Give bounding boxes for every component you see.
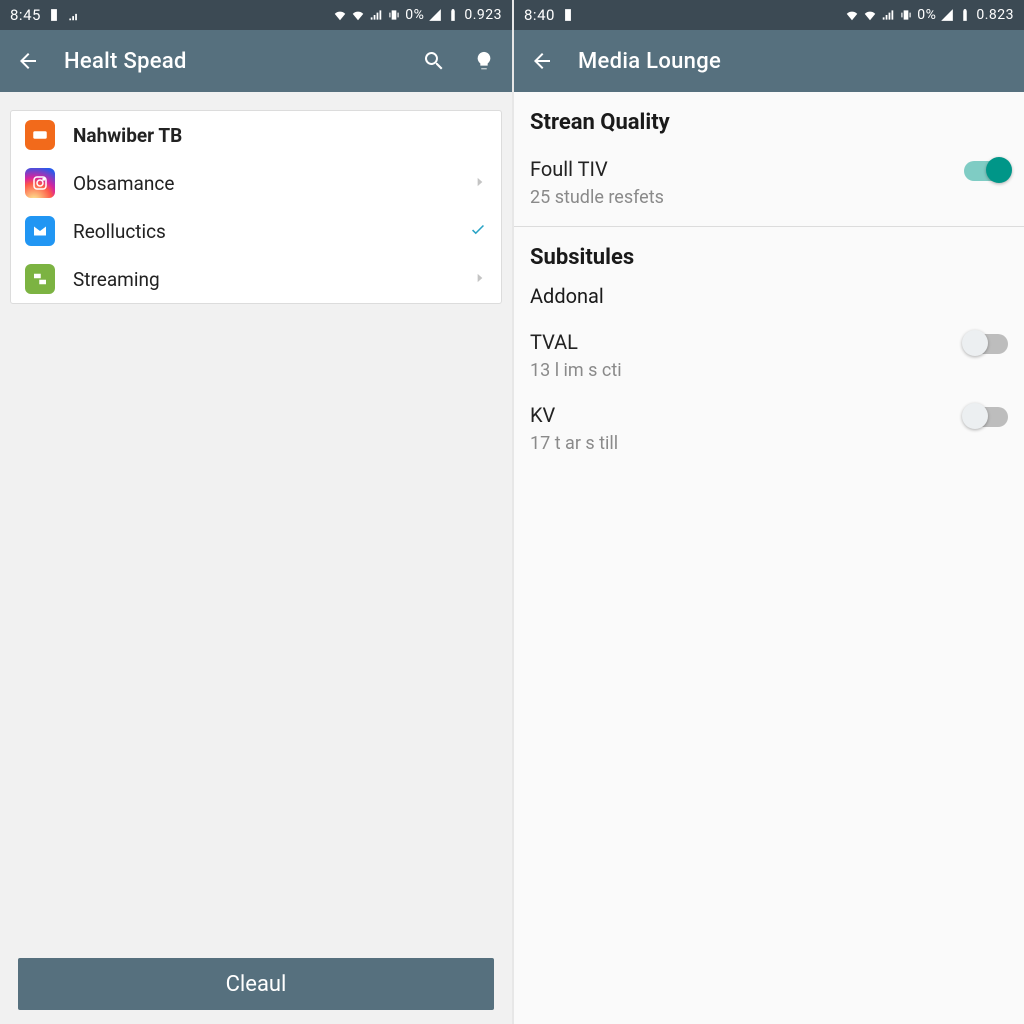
stream-quality-toggle[interactable] <box>964 161 1008 181</box>
status-time: 8:40 <box>524 6 555 24</box>
chevron-right-icon <box>473 174 487 193</box>
subtitles-tval-row[interactable]: TVAL 13 l im s cti <box>530 322 1008 395</box>
screen-left: 8:45 0% <box>0 0 512 1024</box>
appbar-title: Healt Spead <box>64 49 187 74</box>
sim-icon <box>47 8 61 22</box>
app-bar: Media Lounge <box>514 30 1024 92</box>
setting-secondary: 17 t ar s till <box>530 433 618 454</box>
cell-icon <box>940 8 954 22</box>
status-extra: 0.923 <box>464 7 502 23</box>
search-icon <box>422 49 446 73</box>
app-icon <box>25 216 55 246</box>
stream-quality-row[interactable]: Foull TIV 25 studle resfets <box>530 149 1008 222</box>
app-icon <box>25 120 55 150</box>
wifi-icon <box>333 8 347 22</box>
setting-secondary: 13 l im s cti <box>530 360 622 381</box>
settings-panel: Strean Quality Foull TIV 25 studle resfe… <box>514 92 1024 1024</box>
back-button[interactable] <box>14 47 42 75</box>
section-subtitles-title: Subsitules <box>530 245 1008 270</box>
status-time: 8:45 <box>10 6 41 24</box>
list-item-label: Reolluctics <box>73 220 451 243</box>
app-list-card: Nahwiber TB Obsamance Reolluctics Stream… <box>10 110 502 304</box>
vibrate-icon <box>387 8 401 22</box>
app-icon <box>25 264 55 294</box>
wifi-icon <box>845 8 859 22</box>
clear-button-label: Cleaul <box>226 972 287 997</box>
wifi-icon-2 <box>351 8 365 22</box>
signal-icon <box>881 8 895 22</box>
setting-secondary: 25 studle resfets <box>530 187 664 208</box>
status-bar: 8:40 0% 0.82 <box>514 0 1024 30</box>
vibrate-icon <box>899 8 913 22</box>
subtitles-addonal-label: Addonal <box>530 284 1008 308</box>
setting-primary: Foull TIV <box>530 157 664 181</box>
list-item[interactable]: Obsamance <box>11 159 501 207</box>
divider <box>514 226 1024 227</box>
kv-toggle[interactable] <box>964 407 1008 427</box>
setting-primary: TVAL <box>530 330 622 354</box>
setting-primary: KV <box>530 403 618 427</box>
list-item-label: Streaming <box>73 268 455 291</box>
list-item[interactable]: Nahwiber TB <box>11 111 501 159</box>
signal-icon <box>369 8 383 22</box>
status-battery-pct: 0% <box>917 7 936 23</box>
battery-icon <box>446 8 460 22</box>
list-item-label: Obsamance <box>73 172 455 195</box>
appbar-title: Media Lounge <box>578 49 721 74</box>
back-arrow-icon <box>530 49 554 73</box>
clear-button[interactable]: Cleaul <box>18 958 494 1010</box>
app-bar: Healt Spead <box>0 30 512 92</box>
back-arrow-icon <box>16 49 40 73</box>
screen-right: 8:40 0% 0.82 <box>512 0 1024 1024</box>
app-icon <box>25 168 55 198</box>
battery-icon <box>958 8 972 22</box>
list-item[interactable]: Streaming <box>11 255 501 303</box>
back-button[interactable] <box>528 47 556 75</box>
list-item-label: Nahwiber TB <box>73 124 487 147</box>
subtitles-kv-row[interactable]: KV 17 t ar s till <box>530 395 1008 468</box>
wifi-icon-2 <box>863 8 877 22</box>
status-extra: 0.823 <box>976 7 1014 23</box>
bulb-button[interactable] <box>470 47 498 75</box>
status-bar: 8:45 0% <box>0 0 512 30</box>
signal-stack-icon <box>67 8 81 22</box>
cell-icon <box>428 8 442 22</box>
chevron-right-icon <box>473 270 487 289</box>
check-icon <box>469 220 487 242</box>
bulb-icon <box>473 50 495 72</box>
status-battery-pct: 0% <box>405 7 424 23</box>
section-stream-quality-title: Strean Quality <box>530 110 1008 135</box>
search-button[interactable] <box>420 47 448 75</box>
tval-toggle[interactable] <box>964 334 1008 354</box>
list-item[interactable]: Reolluctics <box>11 207 501 255</box>
sim-icon <box>561 8 575 22</box>
